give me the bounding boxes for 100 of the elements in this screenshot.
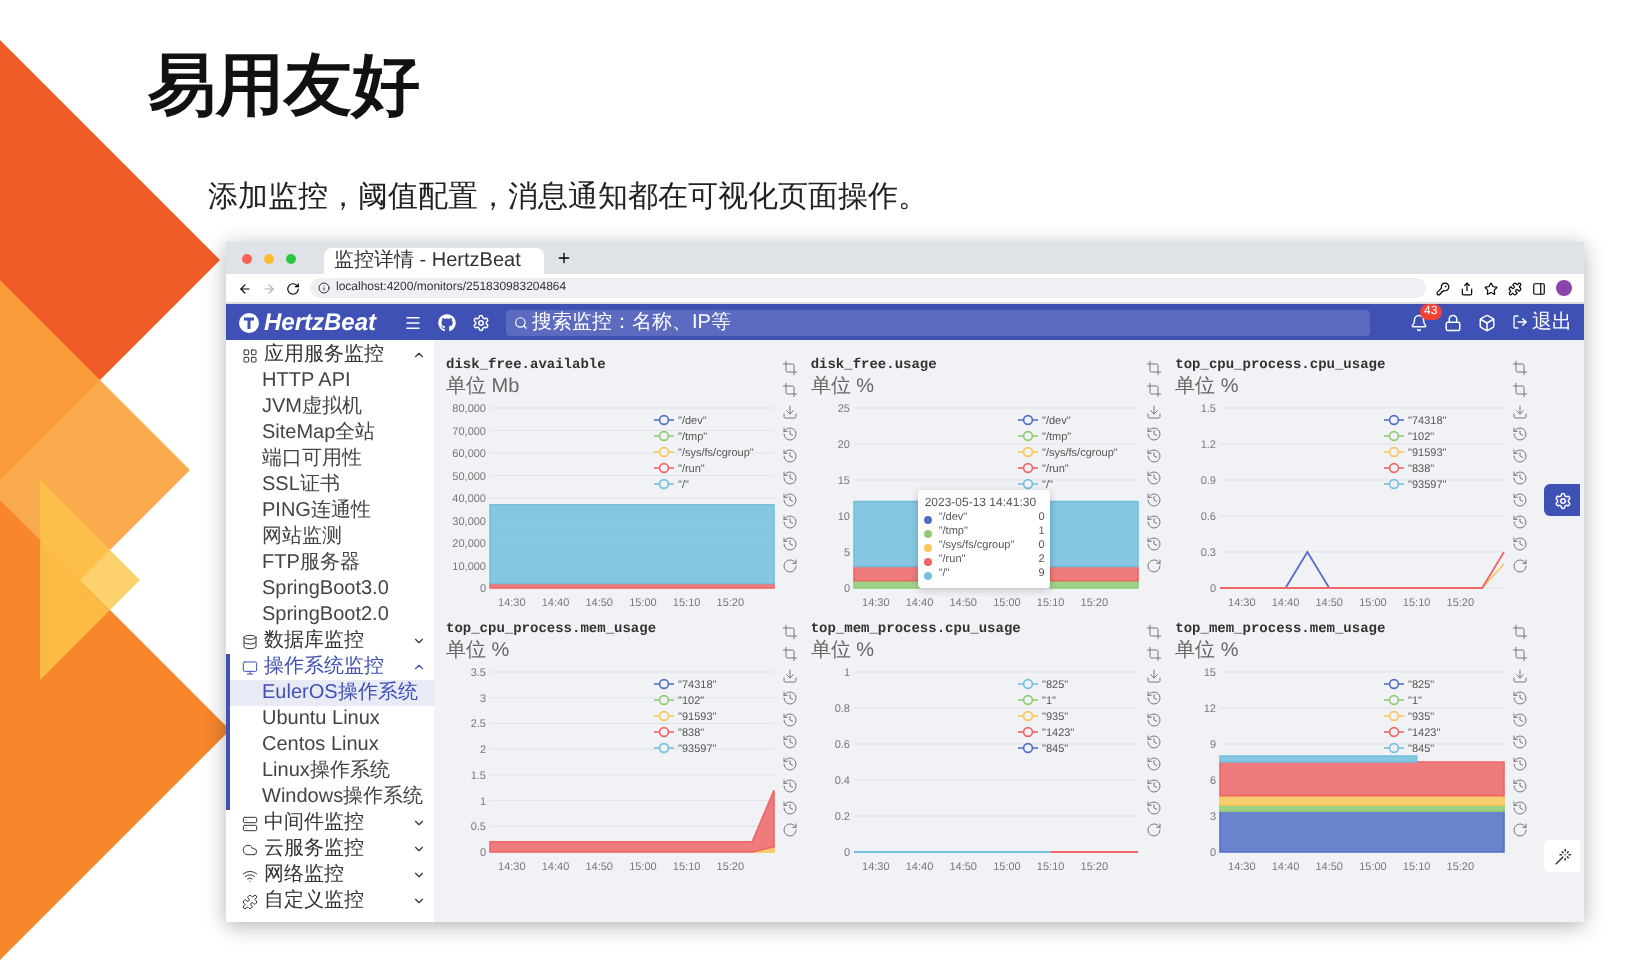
history-icon[interactable]: [1146, 712, 1163, 728]
crop-icon[interactable]: [1146, 624, 1163, 640]
history-icon[interactable]: [782, 734, 798, 750]
refresh-icon[interactable]: [1511, 558, 1528, 574]
browser-tab[interactable]: 监控详情 - HertzBeat: [324, 248, 544, 274]
forward-icon[interactable]: [262, 281, 276, 295]
history-icon[interactable]: [782, 536, 798, 552]
close-dot[interactable]: [242, 253, 252, 263]
crop-icon[interactable]: [1511, 646, 1528, 662]
sidebar-item[interactable]: HTTP API: [226, 368, 434, 394]
wand-button[interactable]: [1544, 840, 1580, 872]
history-icon[interactable]: [782, 778, 798, 794]
crop-icon[interactable]: [782, 360, 798, 376]
download-icon[interactable]: [1511, 404, 1528, 420]
history-icon[interactable]: [1146, 778, 1163, 794]
history-icon[interactable]: [1146, 800, 1163, 816]
history-icon[interactable]: [1511, 448, 1528, 464]
refresh-icon[interactable]: [782, 558, 798, 574]
history-icon[interactable]: [782, 492, 798, 508]
download-icon[interactable]: [1146, 404, 1163, 420]
sidebar-item[interactable]: Linux操作系统: [226, 758, 434, 784]
crop-icon[interactable]: [782, 624, 798, 640]
history-icon[interactable]: [782, 448, 798, 464]
history-icon[interactable]: [1146, 690, 1163, 706]
sidebar-item[interactable]: PING连通性: [226, 498, 434, 524]
history-icon[interactable]: [1146, 756, 1163, 772]
side-panel-icon[interactable]: [1532, 281, 1546, 295]
history-icon[interactable]: [1511, 536, 1528, 552]
refresh-icon[interactable]: [1146, 822, 1163, 838]
history-icon[interactable]: [1146, 426, 1163, 442]
crop-icon[interactable]: [782, 646, 798, 662]
sidebar-item[interactable]: EulerOS操作系统: [226, 680, 434, 706]
crop-icon[interactable]: [1511, 382, 1528, 398]
crop-icon[interactable]: [1146, 382, 1163, 398]
sidebar-group[interactable]: 云服务监控: [226, 836, 434, 862]
new-tab-icon[interactable]: [556, 250, 572, 266]
sidebar-item[interactable]: Windows操作系统: [226, 784, 434, 810]
sidebar-item[interactable]: 端口可用性: [226, 446, 434, 472]
history-icon[interactable]: [782, 690, 798, 706]
sidebar-item[interactable]: SpringBoot3.0: [226, 576, 434, 602]
logout-button[interactable]: 退出: [1512, 308, 1572, 336]
sidebar-item[interactable]: Ubuntu Linux: [226, 706, 434, 732]
bell-icon[interactable]: [1410, 313, 1428, 331]
minimize-dot[interactable]: [264, 253, 274, 263]
info-icon[interactable]: [318, 282, 330, 294]
settings-button[interactable]: [1544, 484, 1580, 516]
history-icon[interactable]: [1511, 492, 1528, 508]
download-icon[interactable]: [1146, 668, 1163, 684]
sidebar-item[interactable]: SSL证书: [226, 472, 434, 498]
history-icon[interactable]: [1146, 514, 1163, 530]
history-icon[interactable]: [1146, 448, 1163, 464]
back-icon[interactable]: [238, 281, 252, 295]
sidebar-group[interactable]: 数据库监控: [226, 628, 434, 654]
history-icon[interactable]: [1146, 536, 1163, 552]
history-icon[interactable]: [1511, 514, 1528, 530]
history-icon[interactable]: [1511, 426, 1528, 442]
history-icon[interactable]: [782, 712, 798, 728]
avatar-icon[interactable]: [1556, 280, 1572, 296]
settings-icon[interactable]: [472, 313, 491, 331]
history-icon[interactable]: [1511, 800, 1528, 816]
share-icon[interactable]: [1460, 281, 1474, 295]
history-icon[interactable]: [1511, 712, 1528, 728]
maximize-dot[interactable]: [286, 253, 296, 263]
history-icon[interactable]: [1511, 778, 1528, 794]
crop-icon[interactable]: [782, 382, 798, 398]
github-icon[interactable]: [438, 313, 457, 331]
sidebar-group[interactable]: 自定义监控: [226, 888, 434, 914]
search-field[interactable]: 搜索监控：名称、IP等: [506, 309, 1370, 335]
history-icon[interactable]: [1511, 470, 1528, 486]
history-icon[interactable]: [782, 756, 798, 772]
key-icon[interactable]: [1436, 281, 1450, 295]
sidebar-item[interactable]: JVM虚拟机: [226, 394, 434, 420]
history-icon[interactable]: [782, 800, 798, 816]
download-icon[interactable]: [782, 404, 798, 420]
crop-icon[interactable]: [1511, 360, 1528, 376]
menu-icon[interactable]: [404, 313, 423, 331]
reload-icon[interactable]: [286, 281, 300, 295]
history-icon[interactable]: [1146, 734, 1163, 750]
history-icon[interactable]: [1146, 470, 1163, 486]
history-icon[interactable]: [1511, 756, 1528, 772]
sidebar-group[interactable]: 应用服务监控: [226, 342, 434, 368]
history-icon[interactable]: [782, 470, 798, 486]
refresh-icon[interactable]: [1511, 822, 1528, 838]
star-icon[interactable]: [1484, 281, 1498, 295]
logo[interactable]: HertzBeat: [238, 308, 377, 336]
sidebar-item[interactable]: FTP服务器: [226, 550, 434, 576]
sidebar-item[interactable]: 网站监测: [226, 524, 434, 550]
refresh-icon[interactable]: [782, 822, 798, 838]
lock-icon[interactable]: [1444, 313, 1462, 331]
history-icon[interactable]: [782, 426, 798, 442]
sidebar-group[interactable]: 中间件监控: [226, 810, 434, 836]
puzzle-icon[interactable]: [1508, 281, 1522, 295]
history-icon[interactable]: [1146, 492, 1163, 508]
sidebar-item[interactable]: SiteMap全站: [226, 420, 434, 446]
cube-icon[interactable]: [1478, 313, 1496, 331]
sidebar-group[interactable]: 网络监控: [226, 862, 434, 888]
history-icon[interactable]: [1511, 734, 1528, 750]
history-icon[interactable]: [1511, 690, 1528, 706]
download-icon[interactable]: [782, 668, 798, 684]
sidebar-item[interactable]: SpringBoot2.0: [226, 602, 434, 628]
